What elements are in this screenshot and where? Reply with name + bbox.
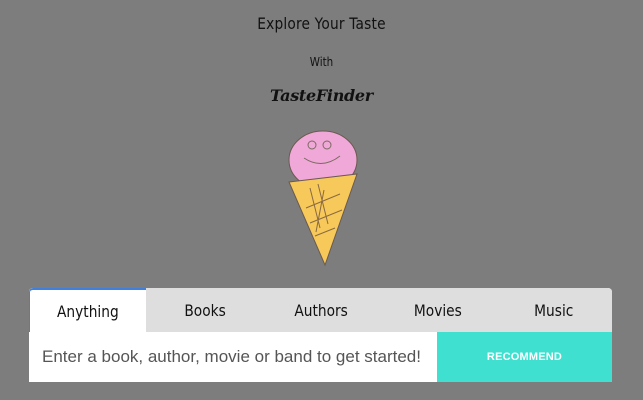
with-text: With (309, 55, 334, 69)
category-tabs: Anything Books Authors Movies Music (29, 288, 612, 332)
tab-label: Books (183, 300, 226, 320)
ice-cream-cone-icon (280, 128, 366, 268)
recommend-button[interactable]: RECOMMEND (437, 332, 612, 382)
tab-books[interactable]: Books (146, 288, 262, 332)
page-title: Explore Your Taste (257, 14, 386, 33)
tab-movies[interactable]: Movies (379, 288, 495, 332)
tab-label: Music (534, 300, 574, 320)
search-row: RECOMMEND (29, 332, 612, 382)
tab-label: Authors (294, 300, 348, 320)
search-input[interactable] (29, 332, 437, 382)
tab-label: Movies (413, 300, 462, 320)
tab-music[interactable]: Music (496, 288, 612, 332)
tab-label: Anything (57, 301, 120, 321)
tab-authors[interactable]: Authors (263, 288, 379, 332)
tab-anything[interactable]: Anything (29, 288, 147, 332)
search-panel: Anything Books Authors Movies Music RECO… (29, 288, 612, 382)
brand-logo: TasteFinder (270, 86, 373, 105)
